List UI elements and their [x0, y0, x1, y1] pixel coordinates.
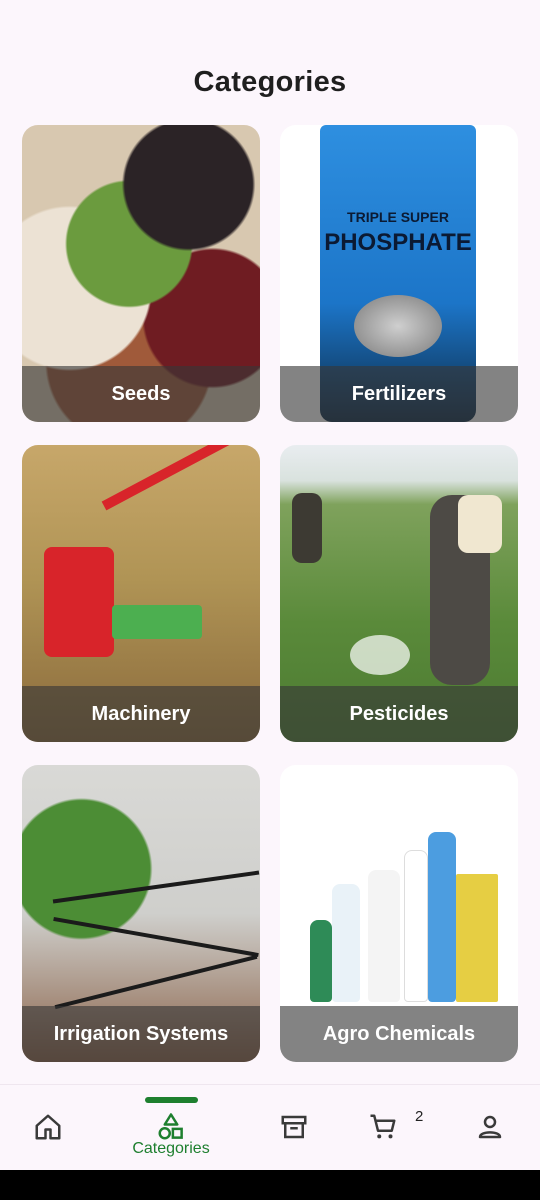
chemical-bottle	[368, 870, 400, 1002]
fertilizer-bag-text: TRIPLE SUPER	[347, 209, 449, 225]
chemical-box	[456, 874, 498, 1002]
category-label: Agro Chemicals	[280, 1006, 518, 1062]
profile-icon	[478, 1115, 502, 1139]
category-card-irrigation-systems[interactable]: Irrigation Systems	[22, 765, 260, 1062]
drip-tube	[52, 870, 260, 904]
nav-cart[interactable]	[338, 1085, 428, 1171]
fertilizer-granules	[354, 295, 442, 357]
archive-icon	[281, 1115, 307, 1139]
cart-count-badge: 2	[415, 1108, 424, 1125]
category-card-agro-chemicals[interactable]: Agro Chemicals	[280, 765, 518, 1062]
category-label: Fertilizers	[280, 366, 518, 422]
category-card-fertilizers[interactable]: TRIPLE SUPER PHOSPHATE Fertilizers	[280, 125, 518, 422]
chemical-bottle	[332, 884, 360, 1002]
category-label: Machinery	[22, 686, 260, 742]
chemical-bottle	[404, 850, 428, 1002]
spray-mist	[350, 635, 410, 675]
categories-icon	[158, 1113, 183, 1140]
category-label: Irrigation Systems	[22, 1006, 260, 1062]
category-card-pesticides[interactable]: Pesticides	[280, 445, 518, 742]
fertilizer-bag-title: PHOSPHATE	[324, 229, 472, 256]
chemical-bottle	[310, 920, 332, 1002]
nav-categories[interactable]: Categories	[126, 1085, 216, 1171]
cart-icon	[370, 1114, 396, 1139]
category-card-seeds[interactable]: Seeds	[22, 125, 260, 422]
drip-tube	[53, 916, 259, 958]
category-label: Seeds	[22, 366, 260, 422]
nav-orders[interactable]	[249, 1085, 339, 1171]
farmer-figure	[292, 493, 322, 563]
chemical-bottle	[428, 832, 456, 1002]
drip-tube	[54, 954, 258, 1010]
tiller-blades	[112, 605, 202, 639]
sprayer-tank	[458, 495, 502, 553]
tiller-engine	[44, 547, 114, 657]
nav-home[interactable]	[3, 1085, 93, 1171]
home-icon	[35, 1114, 61, 1140]
tiller-handle	[101, 445, 248, 511]
category-label: Pesticides	[280, 686, 518, 742]
bottom-nav: Categories	[0, 1084, 540, 1171]
system-navigation-bar	[0, 1170, 540, 1200]
category-card-machinery[interactable]: Machinery	[22, 445, 260, 742]
nav-profile[interactable]	[445, 1085, 535, 1171]
nav-categories-label: Categories	[132, 1140, 210, 1157]
page-title: Categories	[193, 66, 347, 98]
